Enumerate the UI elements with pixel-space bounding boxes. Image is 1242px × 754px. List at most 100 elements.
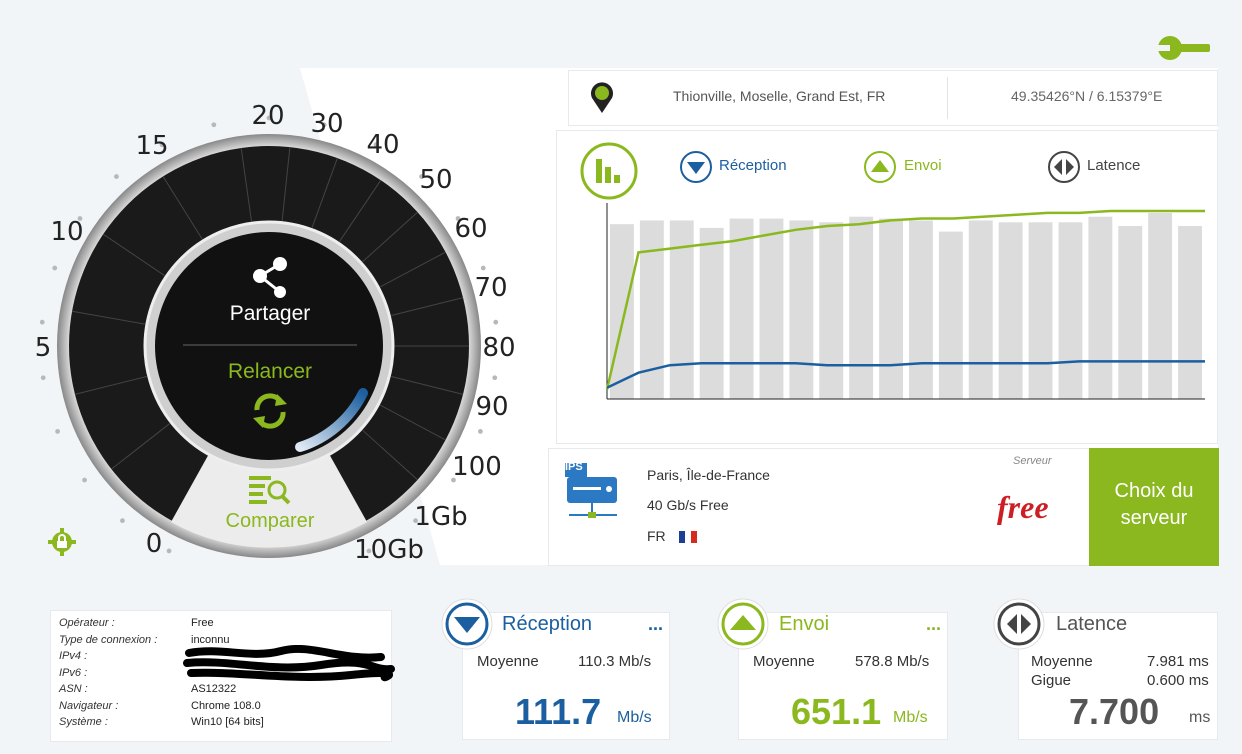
upload-avg-value: 578.8 Mb/s: [855, 653, 930, 670]
share-button[interactable]: Partager: [200, 250, 340, 335]
chart-bar: [819, 222, 844, 399]
dial-dot: [492, 375, 498, 381]
chart-bar: [1058, 222, 1083, 399]
latency-avg-label: Moyenne: [1031, 653, 1093, 670]
latency-jitter-label: Gigue: [1031, 672, 1072, 689]
rerun-label: Relancer: [227, 360, 313, 383]
chart-bar: [1088, 216, 1113, 399]
compare-search-icon: [249, 476, 291, 505]
location-city: Thionville, Moselle, Grand Est, FR: [673, 88, 886, 104]
dial-tick-1gb: 1Gb: [414, 502, 468, 532]
location-bar: Thionville, Moselle, Grand Est, FR 49.35…: [568, 70, 1218, 126]
download-avg-label: Moyenne: [477, 653, 539, 670]
dial-tick-15: 15: [135, 131, 169, 161]
dial-tick-30: 30: [310, 109, 344, 139]
chart-bar: [1028, 222, 1053, 399]
info-label: Navigateur :: [59, 699, 119, 712]
info-label: Système :: [59, 716, 108, 728]
dial-tick-10gb: 10Gb: [354, 535, 424, 565]
server-city: Paris, Île-de-France: [647, 467, 770, 483]
server-section-label: Serveur: [1013, 455, 1052, 467]
info-value: Chrome 108.0: [191, 699, 261, 712]
dial-dot: [39, 319, 45, 325]
chart-bar: [938, 231, 963, 399]
dial-dot: [211, 122, 217, 128]
chart-bar: [759, 218, 784, 399]
wrench-icon[interactable]: [1156, 34, 1210, 62]
download-legend-icon[interactable]: [679, 150, 713, 184]
share-icon: [253, 257, 287, 298]
redaction-scribble: [183, 645, 395, 682]
download-more-button[interactable]: ...: [648, 614, 663, 635]
download-legend-label: Réception: [719, 157, 787, 174]
dial-dot: [480, 265, 486, 271]
latency-avg-value: 7.981 ms: [1147, 653, 1209, 670]
connection-info-panel: Opérateur : Free Type de connexion : inconn…: [50, 610, 395, 742]
refresh-icon: [253, 393, 287, 429]
dial-tick-10: 10: [50, 217, 84, 247]
upload-value: 651.1: [791, 691, 882, 732]
dial-tick-100: 100: [452, 452, 502, 482]
choose-server-button[interactable]: Choix du serveur: [1089, 448, 1219, 566]
chart-bar: [879, 218, 903, 399]
chart-bar: [789, 220, 814, 399]
download-card-icon: [441, 598, 493, 650]
upload-card-icon: [717, 598, 769, 650]
latency-card-title: Latence: [1056, 613, 1128, 635]
chart-bar: [1148, 213, 1173, 399]
dial-dot: [166, 548, 172, 554]
map-pin-icon: [591, 82, 613, 113]
server-link: 40 Gb/s Free: [647, 497, 729, 513]
compare-label: Comparer: [225, 510, 315, 532]
share-label: Partager: [229, 302, 311, 325]
latency-unit: ms: [1189, 709, 1211, 726]
dial-tick-70: 70: [474, 273, 508, 303]
gear-lock-icon[interactable]: [48, 528, 76, 556]
dial-dot: [477, 429, 483, 434]
dial-dot: [82, 477, 87, 483]
dial-dot: [40, 375, 46, 381]
info-value: inconnu: [191, 633, 230, 646]
info-label: Opérateur :: [59, 617, 115, 629]
speed-chart: [605, 203, 1205, 400]
rerun-button[interactable]: Relancer: [200, 358, 340, 438]
chart-bar: [699, 227, 724, 399]
chart-panel: Réception Envoi Latence: [556, 130, 1218, 444]
info-value: Win10 [64 bits]: [191, 716, 264, 728]
chart-bar: [909, 220, 933, 399]
server-badge: IPS: [565, 461, 583, 473]
upload-legend-icon[interactable]: [863, 150, 897, 184]
chart-bar: [968, 220, 993, 399]
chart-bar: [610, 224, 634, 399]
upload-card-title: Envoi: [779, 613, 830, 635]
compare-button[interactable]: Comparer: [205, 470, 335, 536]
dial-tick-5: 5: [34, 333, 52, 363]
info-label: IPv6 :: [59, 666, 88, 679]
latency-card-icon: [993, 598, 1045, 650]
dial-tick-40: 40: [366, 130, 400, 160]
latency-jitter-value: 0.600 ms: [1147, 672, 1209, 689]
upload-avg-label: Moyenne: [753, 653, 815, 670]
latency-value: 7.700: [1069, 691, 1160, 732]
dial-dot: [493, 319, 499, 325]
chart-bar: [1118, 226, 1143, 399]
info-label: Type de connexion :: [59, 633, 158, 646]
upload-legend-label: Envoi: [904, 157, 942, 174]
dial-tick-20: 20: [251, 101, 285, 131]
dial-dot: [114, 174, 119, 179]
dial-tick-50: 50: [419, 165, 453, 195]
chart-bar: [729, 218, 754, 399]
dial-tick-80: 80: [482, 333, 516, 363]
latency-legend-icon[interactable]: [1047, 150, 1081, 184]
download-card-title: Réception: [502, 613, 593, 635]
dial-tick-0: 0: [145, 529, 163, 559]
server-panel: IPS Paris, Île-de-France 40 Gb/s Free FR…: [548, 448, 1219, 566]
france-flag-icon: [679, 531, 697, 543]
download-unit: Mb/s: [617, 709, 652, 726]
dial-tick-90: 90: [475, 392, 509, 422]
chart-toggle-icon[interactable]: [579, 141, 639, 201]
location-coords: 49.35426°N / 6.15379°E: [1011, 88, 1163, 104]
upload-more-button[interactable]: ...: [926, 614, 941, 635]
download-value: 111.7: [515, 691, 602, 732]
location-divider: [947, 77, 948, 119]
